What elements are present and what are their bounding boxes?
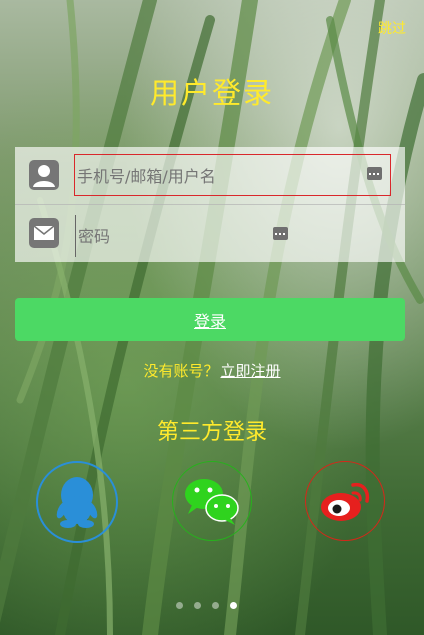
- weibo-login-button[interactable]: [305, 461, 385, 541]
- login-button[interactable]: 登录: [15, 298, 405, 341]
- password-row: [15, 204, 405, 262]
- skip-button[interactable]: 跳过: [378, 18, 406, 38]
- page-title: 用户登录: [149, 76, 274, 110]
- page-dot[interactable]: [212, 602, 219, 609]
- password-input[interactable]: [75, 215, 256, 257]
- register-link[interactable]: 立即注册: [221, 362, 281, 380]
- register-prompt: 没有账号？ 立即注册: [0, 360, 424, 381]
- password-field-wrapper: [74, 214, 288, 257]
- wechat-login-button[interactable]: [172, 461, 252, 541]
- qq-icon: [56, 477, 98, 528]
- weibo-icon: [321, 482, 370, 521]
- username-input[interactable]: [75, 155, 357, 197]
- register-question: 没有账号？: [143, 362, 219, 380]
- page-dot[interactable]: [194, 602, 201, 609]
- user-icon: [29, 160, 59, 190]
- login-form: [15, 147, 405, 262]
- username-row: [15, 147, 405, 204]
- mail-icon: [29, 218, 59, 248]
- page-dot[interactable]: [176, 602, 183, 609]
- keyboard-icon[interactable]: [273, 227, 288, 240]
- page-dot[interactable]: [230, 602, 237, 609]
- third-party-title: 第三方登录: [156, 420, 267, 445]
- qq-login-button[interactable]: [36, 461, 118, 543]
- wechat-icon: [185, 479, 239, 525]
- username-field-wrapper: [74, 154, 391, 197]
- keyboard-icon[interactable]: [367, 167, 382, 180]
- page-indicator: [176, 602, 237, 609]
